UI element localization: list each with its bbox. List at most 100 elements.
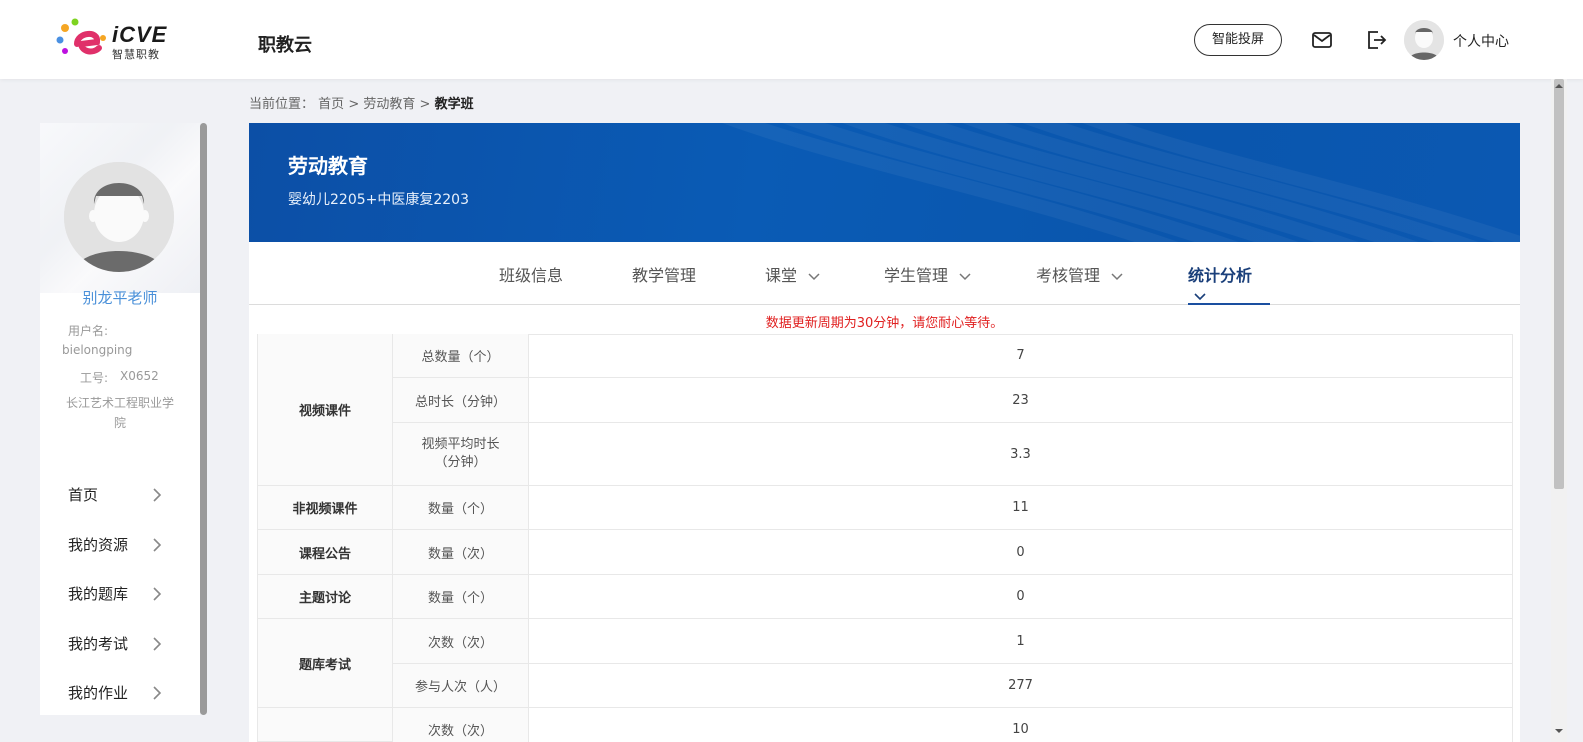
- metric-cell: 视频平均时长 （分钟）: [393, 423, 529, 486]
- chevron-right-icon: [153, 637, 162, 651]
- value-cell: 1: [529, 619, 1513, 664]
- logo-text: iCVE: [112, 22, 168, 47]
- mail-icon[interactable]: [1311, 29, 1333, 51]
- logo-mark-icon: [56, 18, 106, 55]
- user-center-link[interactable]: 个人中心: [1453, 31, 1509, 51]
- sidebar-item-home[interactable]: 首页: [68, 484, 168, 508]
- school-name-line1: 长江艺术工程职业学: [65, 396, 174, 410]
- tab-bar: 班级信息 教学管理 课堂 学生管理 考核管理 统计分析: [249, 242, 1520, 305]
- tab-label: 考核管理: [1036, 266, 1101, 285]
- metric-cell: 参与人次（人）: [393, 664, 529, 708]
- logout-icon[interactable]: [1365, 29, 1387, 51]
- chevron-right-icon: [153, 538, 162, 552]
- chevron-down-icon: [1111, 272, 1123, 280]
- table-group-cell: 课程公告: [257, 530, 393, 575]
- sidebar-item-label: 我的资源: [68, 536, 129, 554]
- breadcrumb-separator: >: [348, 97, 360, 112]
- tab-label: 课堂: [765, 266, 798, 285]
- metric-cell: 次数（次）: [393, 619, 529, 664]
- top-header: iCVE 智慧职教 职教云 智能投屏 个人中心: [0, 0, 1583, 79]
- tab-label: 学生管理: [884, 266, 949, 285]
- table-row: 非视频课件 数量（个） 11: [257, 486, 1513, 530]
- value-cell: 3.3: [529, 423, 1513, 486]
- tab-student-management[interactable]: 学生管理: [884, 262, 971, 305]
- course-title: 劳动教育: [288, 154, 368, 178]
- value-cell: 0: [529, 530, 1513, 575]
- tab-label: 班级信息: [499, 266, 564, 285]
- value-cell: 23: [529, 378, 1513, 423]
- table-row: 总数量（个） 7: [257, 334, 1513, 378]
- sidebar-item-label: 首页: [68, 486, 99, 504]
- course-banner: 劳动教育 婴幼儿2205+中医康复2203: [249, 123, 1520, 242]
- teacher-avatar: [64, 162, 174, 272]
- chevron-down-icon: [808, 272, 820, 280]
- breadcrumb: 当前位置： 首页 > 劳动教育 > 教学班: [249, 93, 474, 112]
- username-label: 用户名:: [68, 324, 109, 338]
- app-title: 职教云: [258, 35, 312, 56]
- sidebar: 别龙平老师 用户名: bielongping 工号: X0652 长江艺术工程职…: [40, 123, 200, 715]
- breadcrumb-separator: >: [419, 97, 431, 112]
- table-group-cell: 非视频课件: [257, 486, 393, 530]
- metric-cell: 次数（次）: [393, 708, 529, 742]
- smart-screen-button[interactable]: 智能投屏: [1194, 24, 1282, 56]
- metric-cell: 数量（次）: [393, 530, 529, 575]
- sidebar-item-homework[interactable]: 我的作业: [68, 682, 168, 706]
- tab-statistics[interactable]: 统计分析: [1188, 262, 1270, 305]
- tab-classroom[interactable]: 课堂: [765, 262, 820, 305]
- value-cell: 277: [529, 664, 1513, 708]
- chevron-down-icon: [1194, 292, 1206, 300]
- tab-teaching-management[interactable]: 教学管理: [632, 262, 696, 305]
- sidebar-item-exams[interactable]: 我的考试: [68, 633, 168, 657]
- tab-label: 统计分析: [1188, 266, 1253, 285]
- main-content: 班级信息 教学管理 课堂 学生管理 考核管理 统计分析 数据更新周期为30分钟，…: [249, 242, 1520, 742]
- sidebar-scrollbar[interactable]: [200, 123, 207, 715]
- page-scrollbar-thumb[interactable]: [1554, 79, 1564, 489]
- metric-line: 视频平均时长: [421, 437, 500, 452]
- table-row: 视频平均时长 （分钟） 3.3: [257, 423, 1513, 486]
- chevron-down-icon: [959, 272, 971, 280]
- tab-label: 教学管理: [632, 266, 697, 285]
- sidebar-item-resources[interactable]: 我的资源: [68, 534, 168, 558]
- table-row: 参与人次（人） 277: [257, 664, 1513, 708]
- metric-cell: 总时长（分钟）: [393, 378, 529, 423]
- scroll-down-icon[interactable]: [1555, 727, 1563, 735]
- metric-line: （分钟）: [434, 455, 487, 470]
- breadcrumb-home[interactable]: 首页: [318, 97, 344, 112]
- table-row: 主题讨论 数量（个） 0: [257, 575, 1513, 619]
- update-notice: 数据更新周期为30分钟，请您耐心等待。: [765, 316, 1004, 331]
- header-avatar[interactable]: [1404, 20, 1444, 60]
- class-name: 婴幼儿2205+中医康复2203: [288, 192, 469, 208]
- table-row: 课程公告 数量（次） 0: [257, 530, 1513, 575]
- sidebar-item-label: 我的题库: [68, 585, 129, 603]
- sidebar-item-question-bank[interactable]: 我的题库: [68, 583, 168, 607]
- tab-assessment-management[interactable]: 考核管理: [1036, 262, 1123, 305]
- metric-cell: 数量（个）: [393, 486, 529, 530]
- value-cell: 11: [529, 486, 1513, 530]
- table-row: 次数（次） 10: [257, 708, 1513, 742]
- work-id-label: 工号:: [80, 371, 109, 385]
- value-cell: 7: [529, 334, 1513, 378]
- sidebar-item-label: 我的考试: [68, 635, 129, 653]
- breadcrumb-prefix: 当前位置：: [249, 97, 315, 112]
- table-row: 次数（次） 1: [257, 619, 1513, 664]
- metric-cell: 总数量（个）: [393, 334, 529, 378]
- scroll-up-icon[interactable]: [1555, 82, 1563, 90]
- username-value: bielongping: [62, 343, 133, 357]
- chevron-right-icon: [153, 587, 162, 601]
- icve-logo[interactable]: iCVE 智慧职教: [55, 18, 170, 62]
- breadcrumb-current: 教学班: [434, 97, 474, 112]
- sidebar-item-label: 我的作业: [68, 684, 129, 702]
- logo-subtext: 智慧职教: [112, 48, 160, 61]
- banner-wave-pattern: [722, 123, 1520, 242]
- table-group-cell: 主题讨论: [257, 575, 393, 619]
- teacher-name: 别龙平老师: [82, 289, 158, 307]
- user-avatar-icon: [64, 162, 174, 272]
- value-cell: 10: [529, 708, 1513, 742]
- breadcrumb-course[interactable]: 劳动教育: [363, 97, 415, 112]
- school-name-line2: 院: [113, 416, 126, 430]
- work-id-value: X0652: [120, 369, 159, 383]
- user-avatar-icon: [1404, 20, 1444, 60]
- chevron-right-icon: [153, 488, 162, 502]
- tab-class-info[interactable]: 班级信息: [499, 262, 563, 305]
- metric-cell: 数量（个）: [393, 575, 529, 619]
